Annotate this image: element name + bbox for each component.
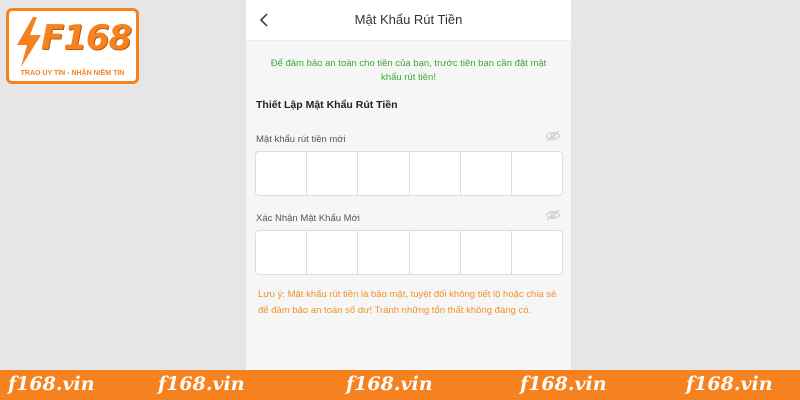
confirm-password-label-row: Xác Nhận Mật Khẩu Mới [256,208,561,224]
screen-header: Mật Khẩu Rút Tiền [246,0,571,41]
pin-digit-box[interactable] [410,152,461,195]
pin-digit-box[interactable] [461,152,512,195]
eye-icon[interactable] [545,129,561,147]
logo-slogan: TRAO UY TÍN - NHẬN NIỀM TIN [20,70,125,77]
pin-digit-box[interactable] [358,152,410,195]
logo-brand-text: F168 [41,18,132,58]
footer-link[interactable]: f168.vin [8,373,95,395]
confirm-password-input[interactable] [255,230,563,275]
security-notice: Để đảm bảo an toàn cho tiền của bạn, trư… [270,58,547,83]
pin-digit-box[interactable] [461,231,512,274]
lightning-bolt-icon [17,17,41,67]
pin-digit-box[interactable] [410,231,461,274]
pin-digit-box[interactable] [256,152,308,195]
pin-digit-box[interactable] [512,231,562,274]
pin-digit-box[interactable] [256,231,308,274]
confirm-password-label: Xác Nhận Mật Khẩu Mới [256,213,360,224]
section-title: Thiết Lập Mật Khẩu Rút Tiền [256,99,398,111]
footer-link[interactable]: f168.vin [686,373,773,395]
page-title: Mật Khẩu Rút Tiền [354,12,463,27]
brand-logo: F168 TRAO UY TÍN - NHẬN NIỀM TIN [6,8,139,84]
footer-bar: f168.vin f168.vin f168.vin f168.vin f168… [0,370,800,400]
eye-icon[interactable] [545,208,561,226]
pin-digit-box[interactable] [512,152,562,195]
pin-digit-box[interactable] [307,152,359,195]
footer-link[interactable]: f168.vin [158,373,245,395]
security-warning: Lưu ý: Mật khẩu rút tiền là bảo mật, tuy… [258,289,557,316]
new-password-label: Mật khẩu rút tiền mới [256,134,346,145]
new-password-label-row: Mật khẩu rút tiền mới [256,129,561,145]
footer-link[interactable]: f168.vin [520,373,607,395]
pin-digit-box[interactable] [358,231,410,274]
withdrawal-password-screen: Mật Khẩu Rút Tiền Để đảm bảo an toàn cho… [246,0,571,370]
pin-digit-box[interactable] [307,231,359,274]
footer-link[interactable]: f168.vin [346,373,433,395]
new-password-input[interactable] [255,151,563,196]
